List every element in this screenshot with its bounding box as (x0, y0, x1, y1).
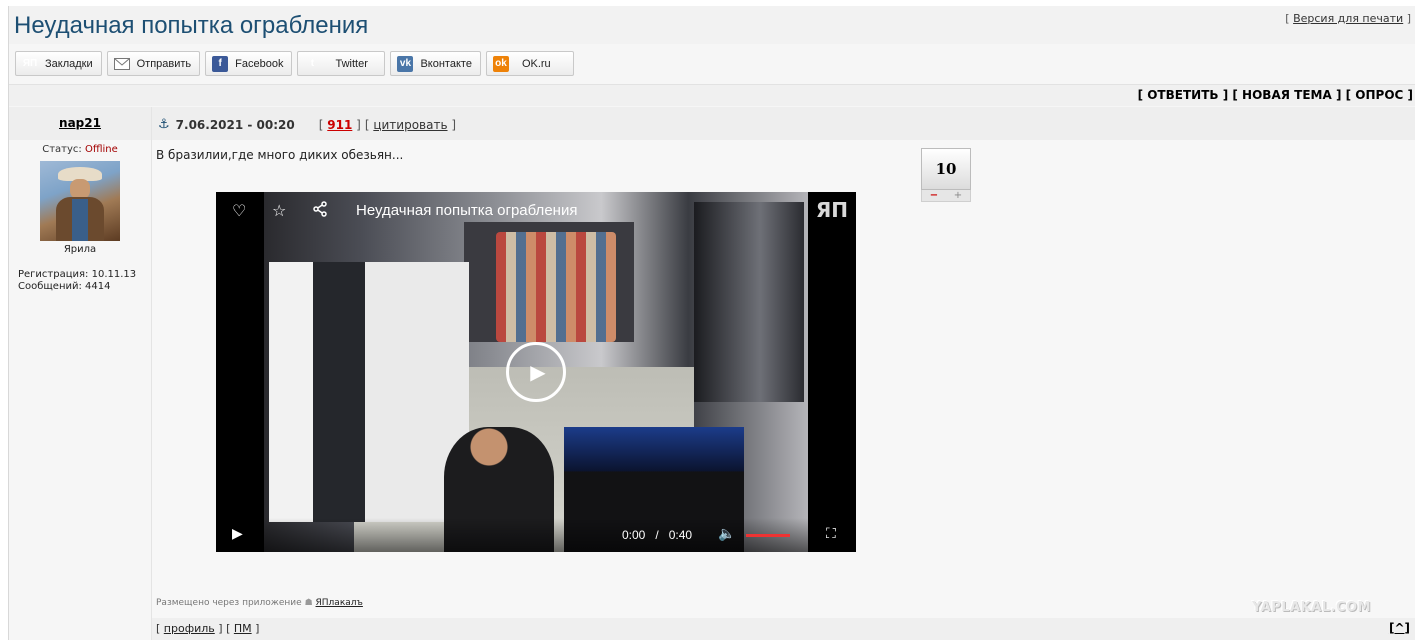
footer-links: [ профиль ] [ ПМ ] (156, 622, 260, 635)
time-total: 0:40 (668, 528, 693, 542)
posted-via: Размещено через приложение ☗ ЯПлакалъ (156, 598, 363, 608)
rating-minus-button[interactable]: − (930, 190, 938, 201)
post-footer: [ профиль ] [ ПМ ] [^] (152, 618, 1415, 640)
play-icon: ▶ (530, 360, 546, 384)
topic-actions: [ ОТВЕТИТЬ ] [ НОВАЯ ТЕМА ] [ ОПРОС ] (1137, 88, 1413, 102)
author-column: Статус: Offline Ярила Регистрация: 10.11… (9, 140, 151, 293)
avatar[interactable] (40, 161, 120, 241)
posted-via-text: Размещено через приложение (156, 598, 302, 608)
post-body: В бразилии,где много диких обезьян... 10… (152, 140, 1415, 618)
video-controls: ▶ 0:00 / 0:40 🔈 ⛶ (216, 518, 856, 552)
share-label: OK.ru (521, 57, 551, 70)
rating-plus-button[interactable]: + (954, 190, 962, 201)
print-version: [ Версия для печати ] (1285, 12, 1411, 25)
video-time: 0:00 / 0:40 (622, 528, 692, 542)
profile-link[interactable]: профиль (164, 622, 215, 635)
poll-button[interactable]: ОПРОС (1355, 88, 1403, 102)
share-label: Отправить (136, 57, 192, 70)
post-header: nap21 ⚓ 7.06.2021 - 00:20 [ 911 ] [ цити… (9, 107, 1415, 140)
registration-date: Регистрация: 10.11.13 (18, 269, 137, 280)
author-status: Статус: Offline (9, 144, 151, 155)
play-button[interactable]: ▶ (506, 342, 566, 402)
scroll-top-link[interactable]: [^] (1389, 621, 1410, 635)
vk-icon: vk (397, 55, 414, 72)
star-icon[interactable]: ☆ (272, 201, 286, 220)
fullscreen-icon[interactable]: ⛶ (826, 526, 836, 542)
avatar-caption: Ярила (63, 244, 97, 255)
control-play-icon[interactable]: ▶ (232, 526, 243, 542)
share-label: Twitter (335, 57, 368, 70)
volume-icon[interactable]: 🔈 (718, 526, 735, 542)
post-rating: 10 − + (921, 148, 971, 210)
share-icon[interactable] (312, 201, 328, 221)
reply-button[interactable]: ОТВЕТИТЬ (1147, 88, 1218, 102)
rating-controls: − + (921, 190, 971, 202)
status-label: Статус: (42, 144, 82, 155)
author-name[interactable]: nap21 (9, 116, 151, 130)
page-title: Неудачная попытка ограбления (14, 12, 369, 39)
topic-actions-bar: [ ОТВЕТИТЬ ] [ НОВАЯ ТЕМА ] [ ОПРОС ] (9, 84, 1415, 106)
post-text: В бразилии,где много диких обезьян... (156, 148, 404, 162)
share-facebook-button[interactable]: f Facebook (205, 51, 293, 76)
share-twitter-button[interactable]: t Twitter (297, 51, 386, 76)
twitter-icon: t (310, 58, 315, 69)
yap-bookmark-icon: ЯП (22, 58, 38, 69)
share-ok-button[interactable]: ok OK.ru (485, 51, 574, 76)
facebook-icon: f (212, 55, 229, 72)
share-label: Вконтакте (420, 57, 472, 70)
app-link[interactable]: ЯПлакалъ (316, 598, 363, 608)
volume-slider[interactable] (746, 534, 790, 537)
post-date: 7.06.2021 - 00:20 (175, 117, 295, 132)
share-label: Facebook (235, 57, 284, 70)
title-bar: Неудачная попытка ограбления [ Версия дл… (9, 6, 1415, 44)
quote-link[interactable]: цитировать (373, 118, 447, 132)
site-watermark: YAPLAKAL.COM (1252, 600, 1371, 615)
message-count: Сообщений: 4414 (18, 281, 111, 292)
forum-frame: Неудачная попытка ограбления [ Версия дл… (8, 6, 1415, 640)
new-topic-button[interactable]: НОВАЯ ТЕМА (1242, 88, 1332, 102)
share-send-button[interactable]: Отправить (106, 51, 201, 76)
share-toolbar: ЯП Закладки Отправить f Facebook t Twitt… (15, 51, 574, 76)
status-value: Offline (84, 144, 118, 155)
heart-icon[interactable]: ♡ (232, 201, 246, 220)
author-stats: Регистрация: 10.11.13 Сообщений: 4414 (9, 269, 151, 293)
video-logo: ЯП (815, 198, 848, 222)
android-icon: ☗ (304, 598, 313, 608)
print-version-link[interactable]: Версия для печати (1293, 12, 1403, 25)
post-number-wrap: [ 911 ] (318, 117, 361, 132)
share-bookmarks-button[interactable]: ЯП Закладки (15, 51, 102, 76)
video-title: Неудачная попытка ограбления (356, 202, 578, 219)
share-label: Закладки (45, 57, 93, 70)
anchor-icon[interactable]: ⚓ (158, 117, 170, 132)
post-number[interactable]: 911 (327, 118, 352, 132)
time-current: 0:00 (622, 528, 646, 542)
scroll-top-label: ^ (1394, 621, 1405, 635)
pm-link[interactable]: ПМ (234, 622, 252, 635)
video-player[interactable]: ♡ ☆ Неудачная попытка ограбления ЯП ▶ ▶ … (216, 192, 856, 552)
mail-icon (113, 56, 130, 72)
quote-wrap: [ цитировать ] (364, 117, 457, 132)
ok-icon: ok (492, 55, 509, 72)
rating-value: 10 (921, 148, 971, 190)
share-vk-button[interactable]: vk Вконтакте (390, 51, 481, 76)
post-meta: ⚓ 7.06.2021 - 00:20 [ 911 ] [ цитировать… (158, 117, 456, 132)
time-separator: / (655, 528, 659, 542)
